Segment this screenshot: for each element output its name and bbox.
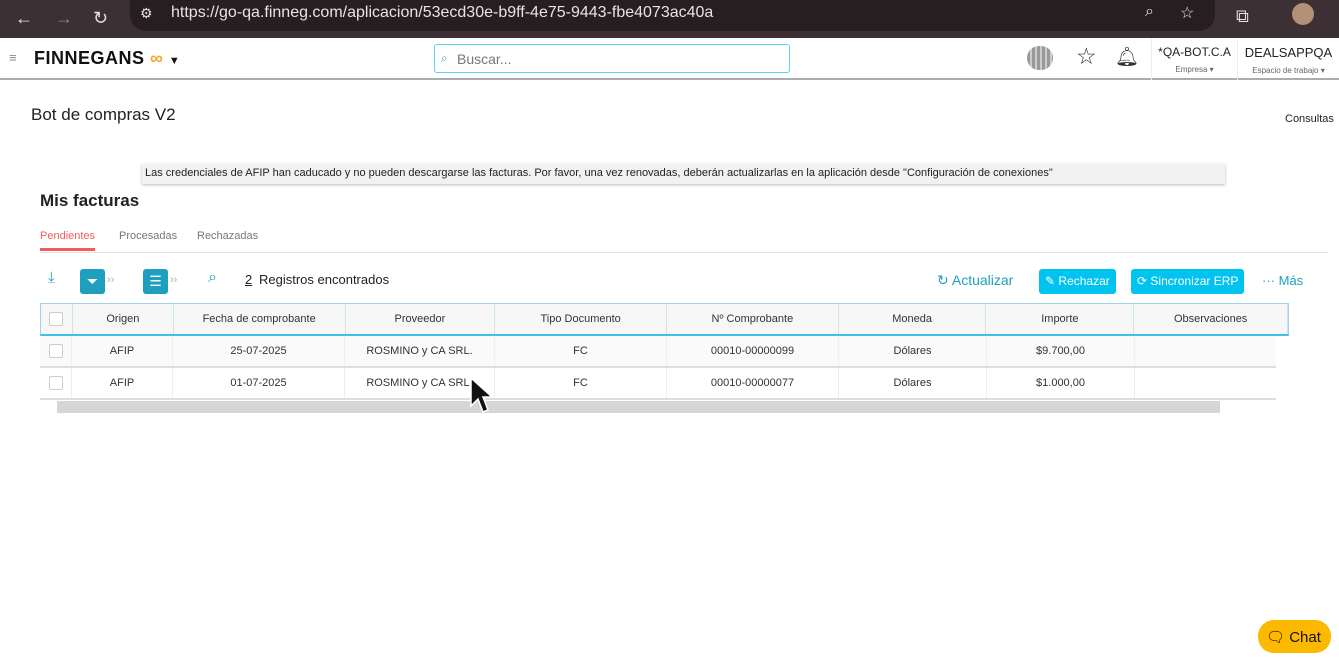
table-header: Origen Fecha de comprobante Proveedor Ti… xyxy=(40,303,1289,336)
record-count: 2 xyxy=(245,272,253,287)
tab-rechazadas[interactable]: Rechazadas xyxy=(197,230,258,242)
column-header[interactable]: Proveedor xyxy=(346,304,496,334)
menu-icon[interactable]: ≡ xyxy=(9,50,17,65)
cell-tipo: FC xyxy=(495,336,667,366)
app-header: ≡ FINNEGANS ∞ ▼ Buscar... ⌕ ☆ 🔔︎ *QA-BOT… xyxy=(0,38,1339,80)
cell-fecha: 01-07-2025 xyxy=(173,368,345,398)
column-header[interactable]: Tipo Documento xyxy=(495,304,667,334)
cell-comprobante: 00010-00000077 xyxy=(667,368,839,398)
forward-icon[interactable]: → xyxy=(55,8,73,29)
cell-origen: AFIP xyxy=(72,336,173,366)
column-header[interactable]: Origen xyxy=(73,304,174,334)
address-bar[interactable]: ⚙ https://go-qa.finneg.com/aplicacion/53… xyxy=(130,0,1215,31)
brand-logo[interactable]: FINNEGANS ∞ ▼ xyxy=(34,48,180,69)
search-input[interactable]: Buscar... xyxy=(434,44,790,73)
select-all-checkbox[interactable] xyxy=(49,312,64,326)
bell-icon[interactable]: 🔔︎ xyxy=(1115,45,1139,69)
more-button[interactable]: ··· Más xyxy=(1262,273,1303,297)
cell-origen: AFIP xyxy=(72,368,173,398)
cell-importe: $9.700,00 xyxy=(987,336,1135,366)
filter-button[interactable]: ⏷ xyxy=(80,269,105,294)
tab-procesadas[interactable]: Procesadas xyxy=(119,230,177,242)
brand-mark-icon: ∞ xyxy=(150,48,164,68)
refresh-button[interactable]: ↻ Actualizar xyxy=(937,272,1013,296)
cell-observaciones xyxy=(1135,336,1276,366)
cell-moneda: Dólares xyxy=(839,368,987,398)
cell-importe: $1.000,00 xyxy=(987,368,1135,398)
profile-avatar[interactable] xyxy=(1292,3,1314,25)
record-count-label: Registros encontrados xyxy=(259,272,390,287)
cell-proveedor: ROSMINO y CA SRL. xyxy=(345,336,495,366)
workspace-selector[interactable]: DEALSAPPQA Espacio de trabajo ▾ xyxy=(1237,38,1339,80)
cell-observaciones xyxy=(1135,368,1276,398)
star-icon[interactable]: ☆ xyxy=(1076,43,1097,70)
sync-icon: ⟳ xyxy=(1137,274,1148,288)
table-row[interactable]: AFIP 25-07-2025 ROSMINO y CA SRL. FC 000… xyxy=(40,336,1276,368)
download-icon[interactable]: ⤓ xyxy=(48,269,55,293)
bookmark-star-icon[interactable]: ☆ xyxy=(1180,3,1194,23)
zoom-icon[interactable]: ⌕ xyxy=(1145,3,1154,21)
expand-filter-icon[interactable]: ›› xyxy=(107,274,114,286)
section-title: Mis facturas xyxy=(40,191,140,210)
alert-banner: Las credenciales de AFIP han caducado y … xyxy=(142,164,1225,184)
mouse-cursor-icon xyxy=(470,376,494,413)
columns-settings-button[interactable]: ☰ xyxy=(143,269,168,294)
cell-comprobante: 00010-00000099 xyxy=(667,336,839,366)
back-icon[interactable]: ← xyxy=(15,8,33,29)
page-title: Bot de compras V2 xyxy=(31,105,176,124)
site-info-icon[interactable]: ⚙ xyxy=(140,5,153,22)
column-header[interactable]: Observaciones xyxy=(1134,304,1288,334)
filter-icon: ⏷ xyxy=(86,273,99,289)
browser-bar: ← → ↻ ⚙ https://go-qa.finneg.com/aplicac… xyxy=(0,0,1339,38)
company-selector[interactable]: *QA-BOT.C.A Empresa ▾ xyxy=(1151,38,1237,80)
tabs: Pendientes Procesadas Rechazadas xyxy=(40,229,1328,253)
assistant-icon[interactable] xyxy=(1027,46,1053,70)
horizontal-scrollbar[interactable] xyxy=(57,401,1220,413)
column-header[interactable]: Fecha de comprobante xyxy=(174,304,346,334)
search-icon: ⌕ xyxy=(441,51,448,65)
tab-pendientes[interactable]: Pendientes xyxy=(40,230,96,251)
expand-settings-icon[interactable]: ›› xyxy=(170,274,177,286)
sync-erp-button[interactable]: ⟳ Sincronizar ERP xyxy=(1131,269,1245,294)
reject-button[interactable]: ✎ Rechazar xyxy=(1039,269,1116,294)
table-body: AFIP 25-07-2025 ROSMINO y CA SRL. FC 000… xyxy=(40,336,1289,400)
cell-tipo: FC xyxy=(495,368,667,398)
chat-button[interactable]: 🗨︎ Chat xyxy=(1258,620,1331,653)
column-header[interactable]: Importe xyxy=(986,304,1135,334)
column-header[interactable]: Moneda xyxy=(839,304,987,334)
chat-bubble-icon: 🗨︎ xyxy=(1266,629,1286,646)
cell-moneda: Dólares xyxy=(839,336,987,366)
refresh-icon: ↻ xyxy=(937,272,949,288)
table-row[interactable]: AFIP 01-07-2025 ROSMINO y CA SRL. FC 000… xyxy=(40,368,1276,400)
row-checkbox[interactable] xyxy=(48,376,63,390)
extensions-icon[interactable]: ⧉ xyxy=(1236,6,1249,27)
invoices-table: Origen Fecha de comprobante Proveedor Ti… xyxy=(40,303,1289,400)
ellipsis-icon: ··· xyxy=(1262,273,1275,288)
consultas-link[interactable]: Consultas xyxy=(1285,113,1334,125)
row-checkbox[interactable] xyxy=(48,344,63,358)
cell-fecha: 25-07-2025 xyxy=(173,336,345,366)
reload-icon[interactable]: ↻ xyxy=(93,8,108,29)
column-header[interactable]: Nº Comprobante xyxy=(667,304,839,334)
sliders-icon: ☰ xyxy=(149,273,162,289)
pencil-icon: ✎ xyxy=(1045,274,1056,288)
chevron-down-icon[interactable]: ▼ xyxy=(169,55,180,67)
search-records-icon[interactable]: ⌕ xyxy=(208,269,217,293)
